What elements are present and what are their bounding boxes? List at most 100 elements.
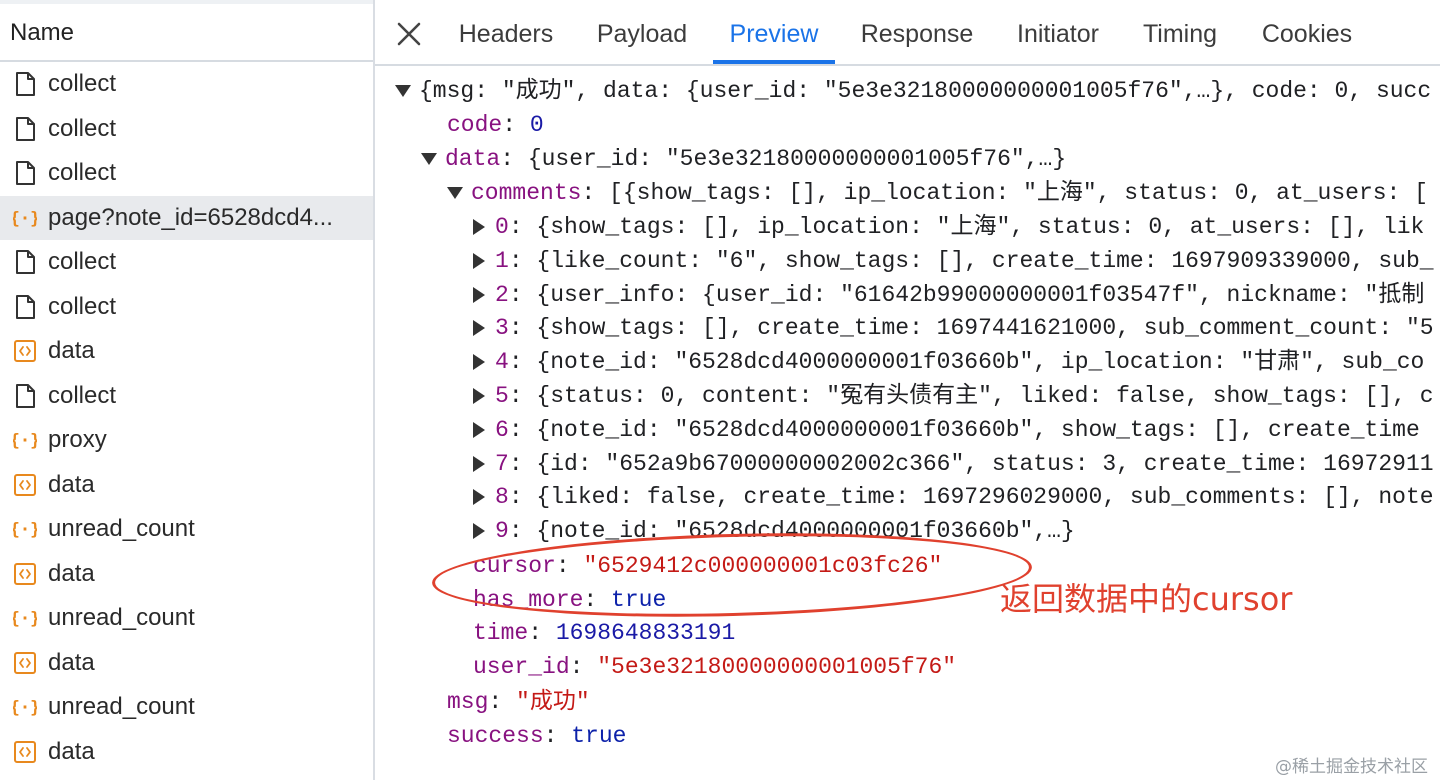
json-comments-row[interactable]: comments: [{show_tags: [], ip_location: … xyxy=(447,176,1428,210)
json-key: 2 xyxy=(495,281,509,308)
comment-item-row[interactable]: 3: {show_tags: [], create_time: 16974416… xyxy=(473,311,1434,345)
json-value: "5e3e32180000000001005f76" xyxy=(597,654,957,680)
request-row[interactable]: collect xyxy=(0,107,373,152)
json-value: {status: 0, content: "冤有头债有主", liked: fa… xyxy=(536,383,1434,409)
tab-cookies[interactable]: Cookies xyxy=(1259,0,1355,64)
request-detail-panel: Headers Payload Preview Response Initiat… xyxy=(375,0,1440,780)
expand-triangle-icon[interactable] xyxy=(473,387,485,404)
json-value: {id: "652a9b67000000002002c366", status:… xyxy=(536,450,1434,477)
expand-triangle-icon[interactable] xyxy=(473,218,485,235)
json-value: 1698648833191 xyxy=(555,620,736,646)
name-column-header[interactable]: Name xyxy=(0,4,373,62)
request-row[interactable]: collect xyxy=(0,374,373,419)
comment-item-row[interactable]: 1: {like_count: "6", show_tags: [], crea… xyxy=(473,244,1434,278)
json-key: user_id xyxy=(473,654,570,680)
request-row[interactable]: {·} unread_count xyxy=(0,596,373,641)
code-icon xyxy=(14,473,36,496)
svg-text:{·}: {·} xyxy=(13,209,37,229)
request-name: collect xyxy=(48,248,117,276)
request-row[interactable]: data xyxy=(0,463,373,508)
json-key: 3 xyxy=(495,315,509,342)
document-icon xyxy=(16,294,35,319)
request-row[interactable]: collect xyxy=(0,240,373,285)
code-icon xyxy=(14,340,36,363)
request-row[interactable]: {·} unread_count xyxy=(0,685,373,730)
json-value: {user_info: {user_id: "61642b99000000001… xyxy=(536,281,1425,308)
expand-triangle-icon[interactable] xyxy=(473,252,485,269)
collapse-triangle-icon[interactable] xyxy=(447,186,463,199)
collapse-triangle-icon[interactable] xyxy=(421,152,437,165)
tab-headers[interactable]: Headers xyxy=(458,0,554,64)
expand-triangle-icon[interactable] xyxy=(473,455,485,472)
comment-item-row[interactable]: 0: {show_tags: [], ip_location: "上海", st… xyxy=(473,210,1424,244)
request-name: collect xyxy=(48,70,117,98)
tab-payload[interactable]: Payload xyxy=(594,0,690,64)
request-name: data xyxy=(48,648,95,676)
code-icon xyxy=(14,740,36,763)
tab-preview[interactable]: Preview xyxy=(713,0,835,64)
request-row[interactable]: data xyxy=(0,329,373,374)
json-time-row: time: 1698648833191 xyxy=(473,620,736,646)
request-row[interactable]: {·} proxy xyxy=(0,418,373,463)
request-row[interactable]: {·} page?note_id=6528dcd4... xyxy=(0,195,373,240)
code-icon xyxy=(14,562,36,585)
request-row[interactable]: {·} unread_count xyxy=(0,507,373,552)
request-name: unread_count xyxy=(48,693,195,721)
request-row[interactable]: data xyxy=(0,730,373,775)
json-icon: {·} xyxy=(13,209,37,229)
watermark: @稀土掘金技术社区 xyxy=(1275,757,1428,777)
json-user-id-row: user_id: "5e3e32180000000001005f76" xyxy=(473,654,957,680)
json-icon: {·} xyxy=(13,520,37,540)
comment-item-row[interactable]: 5: {status: 0, content: "冤有头债有主", liked:… xyxy=(473,379,1434,413)
document-icon xyxy=(16,161,35,186)
tab-timing[interactable]: Timing xyxy=(1141,0,1219,64)
request-row[interactable]: data xyxy=(0,552,373,597)
request-row[interactable]: data xyxy=(0,641,373,686)
json-value: true xyxy=(571,723,627,749)
request-name: data xyxy=(48,559,95,587)
tab-initiator[interactable]: Initiator xyxy=(1014,0,1102,64)
request-name: collect xyxy=(48,292,117,320)
expand-triangle-icon[interactable] xyxy=(473,523,485,540)
json-msg-row: msg: "成功" xyxy=(447,689,590,715)
comment-item-row[interactable]: 7: {id: "652a9b67000000002002c366", stat… xyxy=(473,447,1434,481)
request-row[interactable]: collect xyxy=(0,151,373,196)
json-success-row: success: true xyxy=(447,723,627,749)
json-key: 6 xyxy=(495,416,509,443)
json-root-row[interactable]: {msg: "成功", data: {user_id: "5e3e3218000… xyxy=(395,74,1431,108)
json-key: success xyxy=(447,723,544,749)
comment-item-row[interactable]: 8: {liked: false, create_time: 169729602… xyxy=(473,480,1434,514)
request-name: collect xyxy=(48,159,117,187)
comment-item-row[interactable]: 2: {user_info: {user_id: "61642b99000000… xyxy=(473,278,1424,312)
expand-triangle-icon[interactable] xyxy=(473,320,485,337)
expand-triangle-icon[interactable] xyxy=(473,354,485,371)
expand-triangle-icon[interactable] xyxy=(473,286,485,303)
json-key: comments xyxy=(471,180,582,206)
json-key: 7 xyxy=(495,450,509,477)
comment-item-row[interactable]: 4: {note_id: "6528dcd4000000001f03660b",… xyxy=(473,345,1424,379)
request-name: proxy xyxy=(48,426,107,454)
json-icon: {·} xyxy=(13,698,37,718)
document-icon xyxy=(16,72,35,97)
expand-triangle-icon[interactable] xyxy=(473,489,485,506)
expand-triangle-icon[interactable] xyxy=(473,421,485,438)
json-code-row: code: 0 xyxy=(447,112,544,138)
json-key: 9 xyxy=(495,518,509,545)
json-key: time xyxy=(473,620,529,646)
root-summary: {msg: "成功", data: {user_id: "5e3e3218000… xyxy=(419,78,1432,104)
svg-text:{·}: {·} xyxy=(13,520,37,540)
code-icon xyxy=(14,651,36,674)
tab-response[interactable]: Response xyxy=(858,0,976,64)
document-icon xyxy=(16,116,35,141)
close-icon[interactable] xyxy=(395,20,423,48)
request-list-panel: Name collect collect collect {·} page?note_i… xyxy=(0,0,375,780)
request-row[interactable]: collect xyxy=(0,62,373,107)
document-icon xyxy=(16,383,35,408)
json-data-row[interactable]: data: {user_id: "5e3e32180000000001005f7… xyxy=(421,142,1066,176)
request-name: unread_count xyxy=(48,604,195,632)
collapse-triangle-icon[interactable] xyxy=(395,84,411,97)
request-row[interactable]: collect xyxy=(0,285,373,330)
json-value: {liked: false, create_time: 169729602900… xyxy=(536,484,1434,511)
svg-text:{·}: {·} xyxy=(13,609,37,629)
comment-item-row[interactable]: 6: {note_id: "6528dcd4000000001f03660b",… xyxy=(473,413,1420,447)
